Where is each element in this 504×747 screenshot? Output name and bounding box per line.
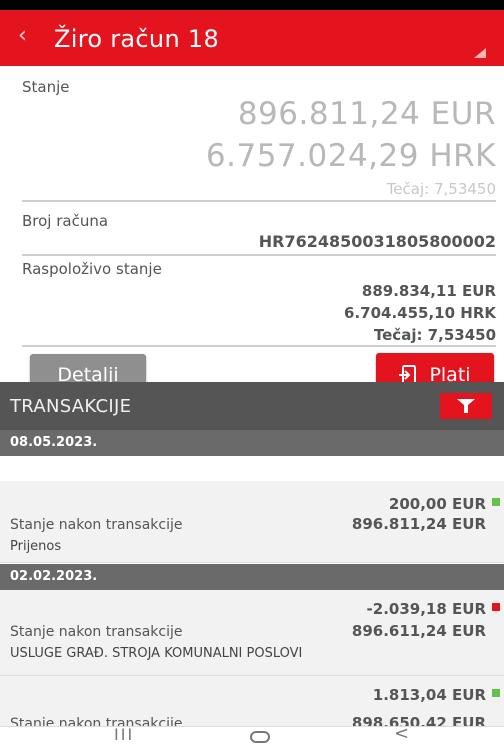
available-eur: 889.834,11 EUR bbox=[361, 282, 496, 300]
transaction-description: Prijenos bbox=[10, 539, 62, 554]
recent-apps-button[interactable]: III bbox=[114, 725, 134, 744]
transaction-item[interactable]: 200,00 EUR Stanje nakon transakcije 896.… bbox=[0, 481, 504, 563]
account-number: HR7624850031805800002 bbox=[258, 232, 496, 251]
balance-after: 896.811,24 EUR bbox=[351, 515, 486, 533]
transaction-amount: -2.039,18 EUR bbox=[366, 600, 486, 618]
date-header: 08.05.2023. bbox=[0, 430, 504, 456]
transactions-title: TRANSAKCIJE bbox=[10, 396, 132, 417]
date-header: 02.02.2023. bbox=[0, 564, 504, 590]
divider bbox=[22, 254, 496, 256]
page-title[interactable]: Žiro račun 18 bbox=[54, 26, 219, 52]
back-icon[interactable]: ‹ bbox=[18, 24, 27, 48]
home-button[interactable] bbox=[250, 731, 270, 743]
dropdown-corner-icon[interactable] bbox=[474, 48, 486, 58]
balance-eur: 896.811,24 EUR bbox=[237, 96, 496, 132]
balance-hrk: 6.757.024,29 HRK bbox=[205, 138, 496, 174]
nav-back-button[interactable]: < bbox=[394, 723, 409, 744]
balance-after-label: Stanje nakon transakcije bbox=[10, 716, 183, 727]
account-summary: Stanje 896.811,24 EUR 6.757.024,29 HRK T… bbox=[0, 66, 504, 410]
transaction-amount: 200,00 EUR bbox=[388, 495, 486, 513]
filter-button[interactable] bbox=[440, 393, 492, 419]
available-hrk: 6.704.455,10 HRK bbox=[344, 304, 496, 322]
transaction-description: USLUGE GRAĐ. STROJA KOMUNALNI POSLOVI bbox=[10, 646, 303, 661]
exchange-rate: Tečaj: 7,53450 bbox=[386, 180, 496, 198]
filter-icon bbox=[457, 399, 475, 413]
account-number-label: Broj računa bbox=[22, 212, 109, 230]
system-nav-bar: III < bbox=[0, 723, 504, 747]
balance-after-label: Stanje nakon transakcije bbox=[10, 517, 183, 533]
divider bbox=[22, 345, 496, 347]
app-bar: ‹ Žiro račun 18 bbox=[0, 10, 504, 66]
transaction-item[interactable]: 1.813,04 EUR Stanje nakon transakcije 89… bbox=[0, 676, 504, 727]
divider bbox=[22, 200, 496, 202]
balance-label: Stanje bbox=[22, 78, 70, 96]
balance-after-label: Stanje nakon transakcije bbox=[10, 624, 183, 640]
balance-after: 896.611,24 EUR bbox=[351, 622, 486, 640]
transactions-header: TRANSAKCIJE bbox=[0, 382, 504, 430]
available-balance-label: Raspoloživo stanje bbox=[22, 260, 162, 278]
income-indicator bbox=[492, 689, 500, 697]
income-indicator bbox=[492, 498, 500, 506]
transaction-item[interactable]: -2.039,18 EUR Stanje nakon transakcije 8… bbox=[0, 590, 504, 676]
status-bar bbox=[0, 0, 504, 10]
balance-after: 898.650,42 EUR bbox=[351, 714, 486, 727]
available-rate: Tečaj: 7,53450 bbox=[373, 326, 496, 344]
transaction-amount: 1.813,04 EUR bbox=[372, 686, 486, 704]
expense-indicator bbox=[492, 603, 500, 611]
